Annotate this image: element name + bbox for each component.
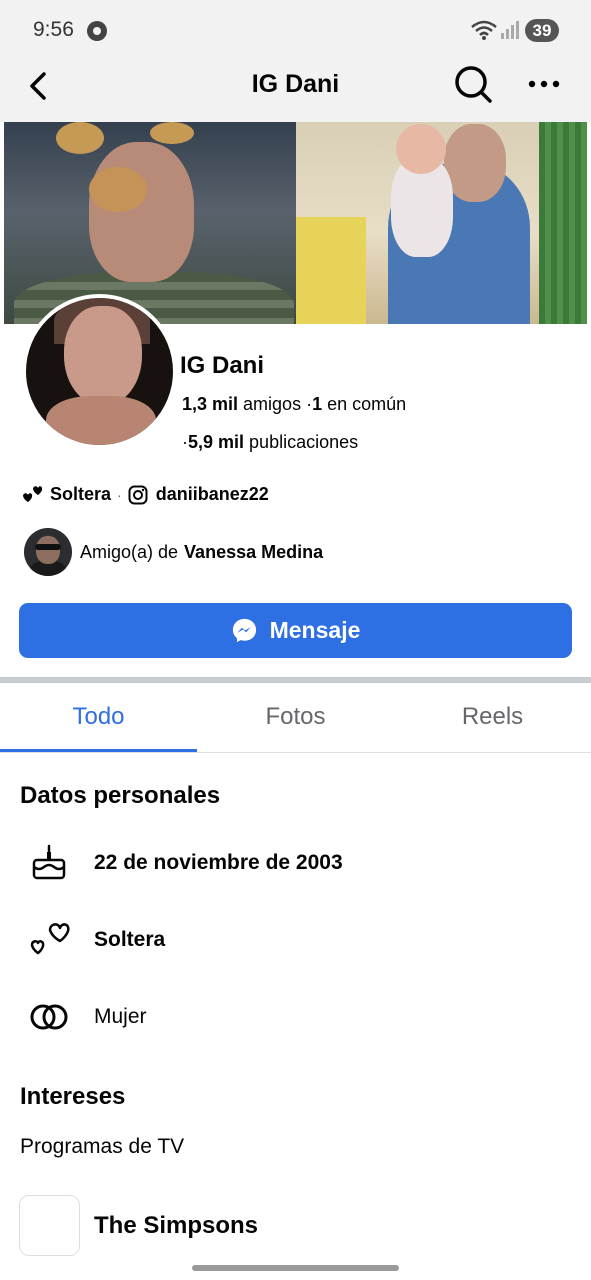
interest-item[interactable]: The Simpsons <box>19 1195 258 1256</box>
instagram-icon <box>128 485 148 504</box>
profile-avatar[interactable] <box>22 294 177 449</box>
search-icon[interactable] <box>452 63 494 105</box>
messenger-icon <box>232 618 256 643</box>
home-indicator[interactable] <box>192 1265 399 1271</box>
birthday-row: 22 de noviembre de 2003 <box>28 842 343 884</box>
notification-icon <box>87 21 107 41</box>
birthday-cake-icon <box>32 844 66 880</box>
hearts-icon <box>30 923 70 955</box>
interest-name: The Simpsons <box>94 1211 259 1239</box>
posts-label: publicaciones <box>249 432 359 452</box>
top-app-bar: IG Dani <box>0 60 591 122</box>
mutual-label: en común <box>327 394 407 414</box>
signal-icon <box>501 21 519 39</box>
gender-value: Mujer <box>94 1005 147 1028</box>
tab-todo[interactable]: Todo <box>0 683 197 752</box>
friends-stats[interactable]: 1,3 mil amigos ·1 en común <box>182 394 406 415</box>
friend-of-name[interactable]: Vanessa Medina <box>184 542 323 563</box>
gender-row: Mujer <box>28 996 147 1038</box>
interests-title: Intereses <box>20 1083 126 1110</box>
mutual-friend-avatar <box>24 528 72 576</box>
status-time: 9:56 <box>33 18 74 41</box>
tab-fotos[interactable]: Fotos <box>197 683 394 752</box>
personal-data-title: Datos personales <box>20 782 221 809</box>
profile-tabs: Todo Fotos Reels <box>0 683 591 753</box>
interest-category: Programas de TV <box>20 1135 185 1158</box>
gender-rings-icon <box>30 1004 68 1030</box>
battery-indicator: 39 <box>525 19 559 42</box>
friends-count: 1,3 mil <box>182 394 239 414</box>
relationship-status: Soltera <box>50 484 112 504</box>
mutual-count: 1 <box>312 394 323 414</box>
profile-details: Soltera · daniibanez22 <box>22 484 269 505</box>
friend-of-label: Amigo(a) de <box>80 541 179 562</box>
message-button-label: Mensaje <box>269 617 361 643</box>
mutual-friend-row[interactable]: Amigo(a) de Vanessa Medina <box>24 528 323 576</box>
profile-name: IG Dani <box>180 352 265 379</box>
cover-photo-left <box>4 122 296 324</box>
instagram-handle[interactable]: daniibanez22 <box>156 484 269 505</box>
friends-label: amigos <box>243 394 302 414</box>
relationship-hearts-icon <box>23 485 42 502</box>
interest-thumbnail <box>19 1195 80 1256</box>
wifi-icon <box>471 20 497 40</box>
message-button[interactable]: Mensaje <box>19 603 572 658</box>
cover-photo-right <box>296 122 587 324</box>
page-title: IG Dani <box>251 70 340 98</box>
more-options-icon[interactable] <box>526 76 562 92</box>
relationship-value: Soltera <box>94 928 166 951</box>
posts-count: 5,9 mil <box>188 432 245 452</box>
birthday-value: 22 de noviembre de 2003 <box>94 851 343 874</box>
posts-stats: ·5,9 mil publicaciones <box>182 432 359 452</box>
tab-reels[interactable]: Reels <box>394 683 591 752</box>
relationship-row: Soltera <box>28 919 165 961</box>
status-bar: 9:56 39 <box>0 0 591 60</box>
